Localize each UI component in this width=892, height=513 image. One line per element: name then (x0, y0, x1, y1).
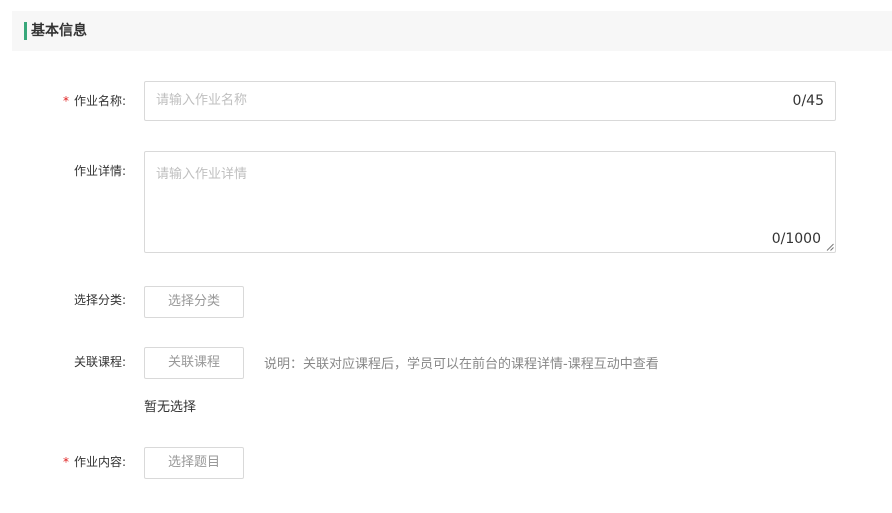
field-label-name-text: 作业名称: (73, 94, 126, 108)
course-hint-text: 说明：关联对应课程后，学员可以在前台的课程详情-课程互动中查看 (264, 357, 659, 372)
field-label-name: * 作业名称: (63, 93, 126, 109)
required-mark: * (62, 94, 69, 108)
detail-char-counter: 0/1000 (771, 231, 821, 247)
select-category-button[interactable]: 选择分类 (144, 286, 244, 318)
detail-textarea-placeholder: 请输入作业详情 (156, 167, 248, 182)
section-title: 基本信息 (31, 23, 87, 39)
name-input[interactable]: 请输入作业名称 0/45 (144, 81, 836, 121)
section-header: 基本信息 (12, 11, 892, 51)
link-course-button[interactable]: 关联课程 (144, 347, 244, 379)
field-label-course: 关联课程: (73, 355, 126, 369)
section-accent-bar (24, 22, 27, 40)
field-label-detail: 作业详情: (73, 164, 126, 178)
field-row-content: * 作业内容: 选择题目 (0, 447, 892, 479)
name-input-placeholder: 请输入作业名称 (156, 93, 248, 108)
course-empty-text: 暂无选择 (144, 400, 197, 415)
field-row-category: 选择分类: 选择分类 (0, 286, 892, 318)
required-mark: * (62, 455, 69, 469)
field-label-content: * 作业内容: (63, 454, 126, 470)
name-char-counter: 0/45 (792, 93, 824, 109)
field-row-course: 关联课程: 关联课程 说明：关联对应课程后，学员可以在前台的课程详情-课程互动中… (0, 347, 892, 379)
field-row-detail: 作业详情: 请输入作业详情 0/1000 (0, 151, 892, 253)
resize-handle-icon[interactable] (826, 243, 834, 251)
detail-textarea[interactable]: 请输入作业详情 0/1000 (144, 151, 836, 253)
field-label-category: 选择分类: (73, 293, 126, 307)
select-questions-button[interactable]: 选择题目 (144, 447, 244, 479)
field-row-name: * 作业名称: 请输入作业名称 0/45 (0, 81, 892, 121)
field-label-content-text: 作业内容: (73, 455, 126, 469)
